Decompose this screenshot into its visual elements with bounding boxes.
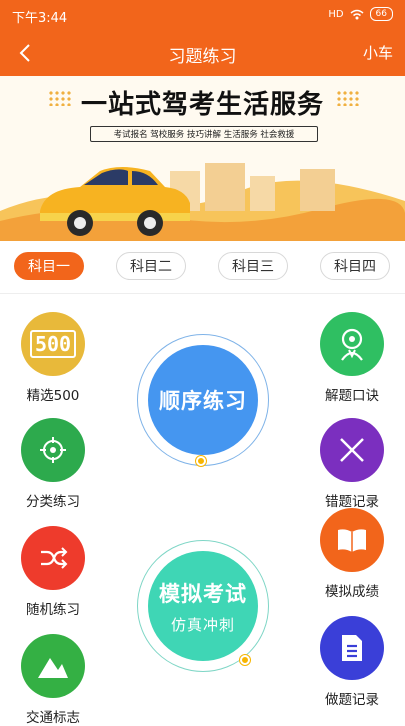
feature-label: 精选500 — [26, 388, 80, 404]
divider — [0, 293, 405, 294]
book-icon — [320, 508, 384, 572]
status-icons: HD 66 — [328, 7, 393, 21]
feature-category-practice[interactable]: 分类练习 — [8, 418, 98, 510]
feature-random-practice[interactable]: 随机练习 — [8, 526, 98, 618]
car-illustration — [0, 163, 405, 241]
banner[interactable]: 一站式驾考生活服务 考试报名 驾校服务 技巧讲解 生活服务 社会救援 — [0, 76, 405, 241]
banner-title: 一站式驾考生活服务 — [80, 90, 324, 120]
feature-practice-records[interactable]: 做题记录 — [307, 616, 397, 708]
mock-exam-subtitle: 仿真冲刺 — [170, 615, 235, 634]
subject-tabs: 科目一 科目二 科目三 科目四 — [0, 250, 405, 284]
mascot-icon — [320, 312, 384, 376]
feature-mock-scores[interactable]: 模拟成绩 — [307, 508, 397, 600]
signal-icon: HD — [328, 8, 344, 20]
feature-label: 做题记录 — [325, 692, 379, 708]
sequence-practice-button[interactable]: 顺序练习 — [148, 345, 258, 455]
feature-label: 随机练习 — [26, 602, 80, 618]
nav-bar: 习题练习 小车 — [0, 30, 405, 76]
feature-wrong-records[interactable]: 错题记录 — [307, 418, 397, 510]
sequence-practice-title: 顺序练习 — [159, 389, 247, 413]
tab-subject-3[interactable]: 科目三 — [218, 252, 288, 280]
mock-exam-title: 模拟考试 — [159, 581, 247, 606]
tab-subject-1[interactable]: 科目一 — [14, 252, 84, 280]
feature-label: 分类练习 — [26, 494, 80, 510]
feature-label: 解题口诀 — [325, 388, 379, 404]
feature-selected-500[interactable]: 500 精选500 — [8, 312, 98, 404]
feature-label: 交通标志 — [26, 710, 80, 726]
orbit-dot — [240, 655, 250, 665]
status-time: 下午3:44 — [12, 11, 68, 26]
wifi-icon — [350, 9, 364, 19]
feature-traffic-signs[interactable]: 交通标志 — [8, 634, 98, 726]
document-icon — [320, 616, 384, 680]
close-icon — [320, 418, 384, 482]
orbit-dot — [196, 456, 206, 466]
feature-label: 模拟成绩 — [325, 584, 379, 600]
feature-label: 错题记录 — [325, 494, 379, 510]
battery-icon: 66 — [369, 7, 393, 21]
status-bar: 下午3:44 HD 66 — [0, 0, 405, 30]
tab-subject-4[interactable]: 科目四 — [320, 252, 390, 280]
mock-exam-button[interactable]: 模拟考试 仿真冲刺 — [148, 551, 258, 661]
selected-500-icon: 500 — [21, 312, 85, 376]
shuffle-icon — [21, 526, 85, 590]
mountain-icon — [21, 634, 85, 698]
target-icon — [21, 418, 85, 482]
banner-tags: 考试报名 驾校服务 技巧讲解 生活服务 社会救援 — [90, 126, 318, 142]
tab-subject-2[interactable]: 科目二 — [116, 252, 186, 280]
page-title: 习题练习 — [168, 47, 237, 67]
feature-solving-tips[interactable]: 解题口诀 — [307, 312, 397, 404]
vehicle-type-button[interactable]: 小车 — [363, 42, 393, 63]
